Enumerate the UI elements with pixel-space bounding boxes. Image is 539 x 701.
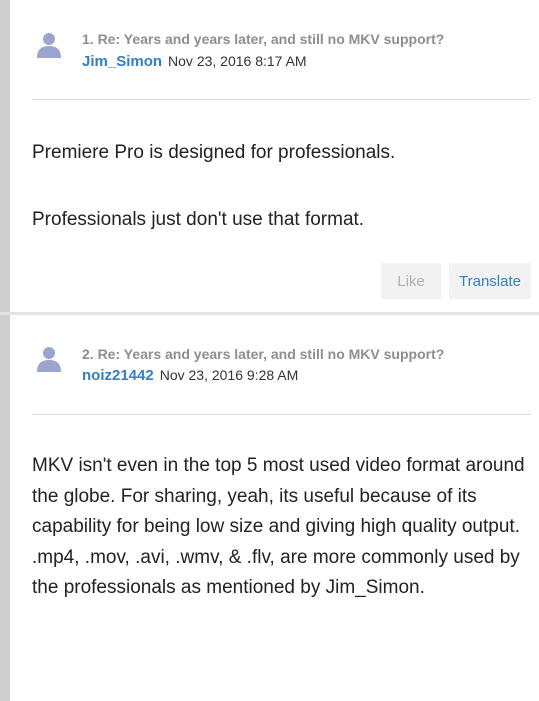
- divider: [32, 99, 531, 100]
- post-body-paragraph: Premiere Pro is designed for professiona…: [32, 142, 396, 163]
- translate-button[interactable]: Translate: [449, 263, 531, 299]
- reply-meta: noiz21442 Nov 23, 2016 9:28 AM: [82, 367, 298, 384]
- post-body-paragraph: .mp4, .mov, .avi, .wmv, & .flv, are more…: [32, 546, 520, 599]
- post-body-paragraph: Professionals just don't use that format…: [32, 209, 365, 230]
- author-link[interactable]: noiz21442: [82, 367, 154, 384]
- author-link[interactable]: Jim_Simon: [82, 53, 162, 70]
- post-body: MKV isn't even in the top 5 most used vi…: [32, 451, 532, 604]
- post-body-paragraph: MKV isn't even in the top 5 most used vi…: [32, 455, 525, 537]
- post-date: Nov 23, 2016 8:17 AM: [168, 53, 307, 69]
- reply-post-2: 2. Re: Years and years later, and still …: [0, 315, 539, 701]
- post-date: Nov 23, 2016 9:28 AM: [159, 367, 299, 383]
- discussion-thread: 1. Re: Years and years later, and still …: [0, 0, 539, 701]
- like-button[interactable]: Like: [381, 263, 441, 299]
- user-avatar-icon[interactable]: [36, 30, 62, 60]
- divider: [32, 414, 531, 415]
- reply-meta: Jim_Simon Nov 23, 2016 8:17 AM: [82, 53, 307, 70]
- reply-subject[interactable]: 1. Re: Years and years later, and still …: [82, 31, 444, 47]
- user-avatar-icon[interactable]: [36, 344, 62, 374]
- reply-subject[interactable]: 2. Re: Years and years later, and still …: [82, 346, 444, 362]
- post-actions: Like Translate: [381, 263, 531, 299]
- reply-post-1: 1. Re: Years and years later, and still …: [0, 0, 539, 315]
